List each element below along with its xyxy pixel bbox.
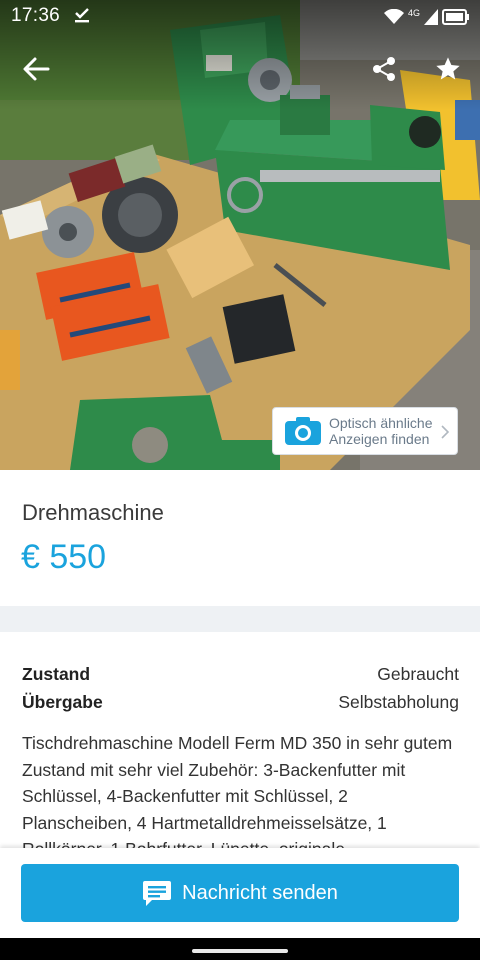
chevron-right-icon [441, 425, 449, 439]
back-button[interactable] [16, 49, 56, 89]
network-type: 4G [407, 7, 420, 18]
status-bar: 17:36 4G [0, 0, 480, 34]
system-nav-bar [0, 938, 480, 960]
attribute-row-uebergabe: Übergabe Selbstabholung [22, 692, 459, 716]
favorite-button[interactable] [428, 49, 468, 89]
listing-price: € 550 [21, 538, 107, 576]
status-icons: 4G [383, 7, 470, 27]
attribute-value: Selbstabholung [338, 692, 459, 712]
section-divider [0, 606, 480, 632]
listing-title: Drehmaschine [22, 500, 164, 525]
share-button[interactable] [364, 49, 404, 89]
wifi-icon [383, 9, 404, 24]
camera-icon [285, 417, 321, 445]
attribute-key: Zustand [22, 664, 91, 684]
listing-photo[interactable]: 17:36 4G Optisch ähnliche Anzeigen finde… [0, 0, 480, 470]
listing-description: Tischdrehmaschine Modell Ferm MD 350 in … [22, 733, 453, 852]
message-icon [143, 881, 172, 906]
attribute-key: Übergabe [22, 692, 103, 712]
share-icon [373, 57, 395, 81]
similar-ads-label: Optisch ähnliche Anzeigen finden [329, 415, 439, 447]
battery-icon [442, 9, 469, 25]
bottom-action-bar: Nachricht senden [0, 848, 480, 938]
similar-ads-line1: Optisch ähnliche [329, 415, 433, 431]
arrow-left-icon [23, 57, 50, 81]
home-indicator[interactable] [192, 949, 288, 953]
listing-header: Drehmaschine € 550 [0, 470, 480, 606]
download-done-icon [75, 8, 89, 23]
signal-icon [424, 9, 438, 25]
send-message-button[interactable]: Nachricht senden [21, 864, 459, 922]
send-message-label: Nachricht senden [182, 881, 338, 904]
status-time: 17:36 [11, 5, 61, 26]
camera-icon-wrap [283, 414, 323, 448]
attribute-value: Gebraucht [377, 664, 459, 684]
star-icon [436, 57, 460, 80]
similar-ads-button[interactable]: Optisch ähnliche Anzeigen finden [272, 407, 458, 455]
similar-ads-line2: Anzeigen finden [329, 431, 430, 447]
listing-details: Zustand Gebraucht Übergabe Selbstabholun… [0, 632, 480, 852]
attribute-row-zustand: Zustand Gebraucht [22, 664, 459, 688]
